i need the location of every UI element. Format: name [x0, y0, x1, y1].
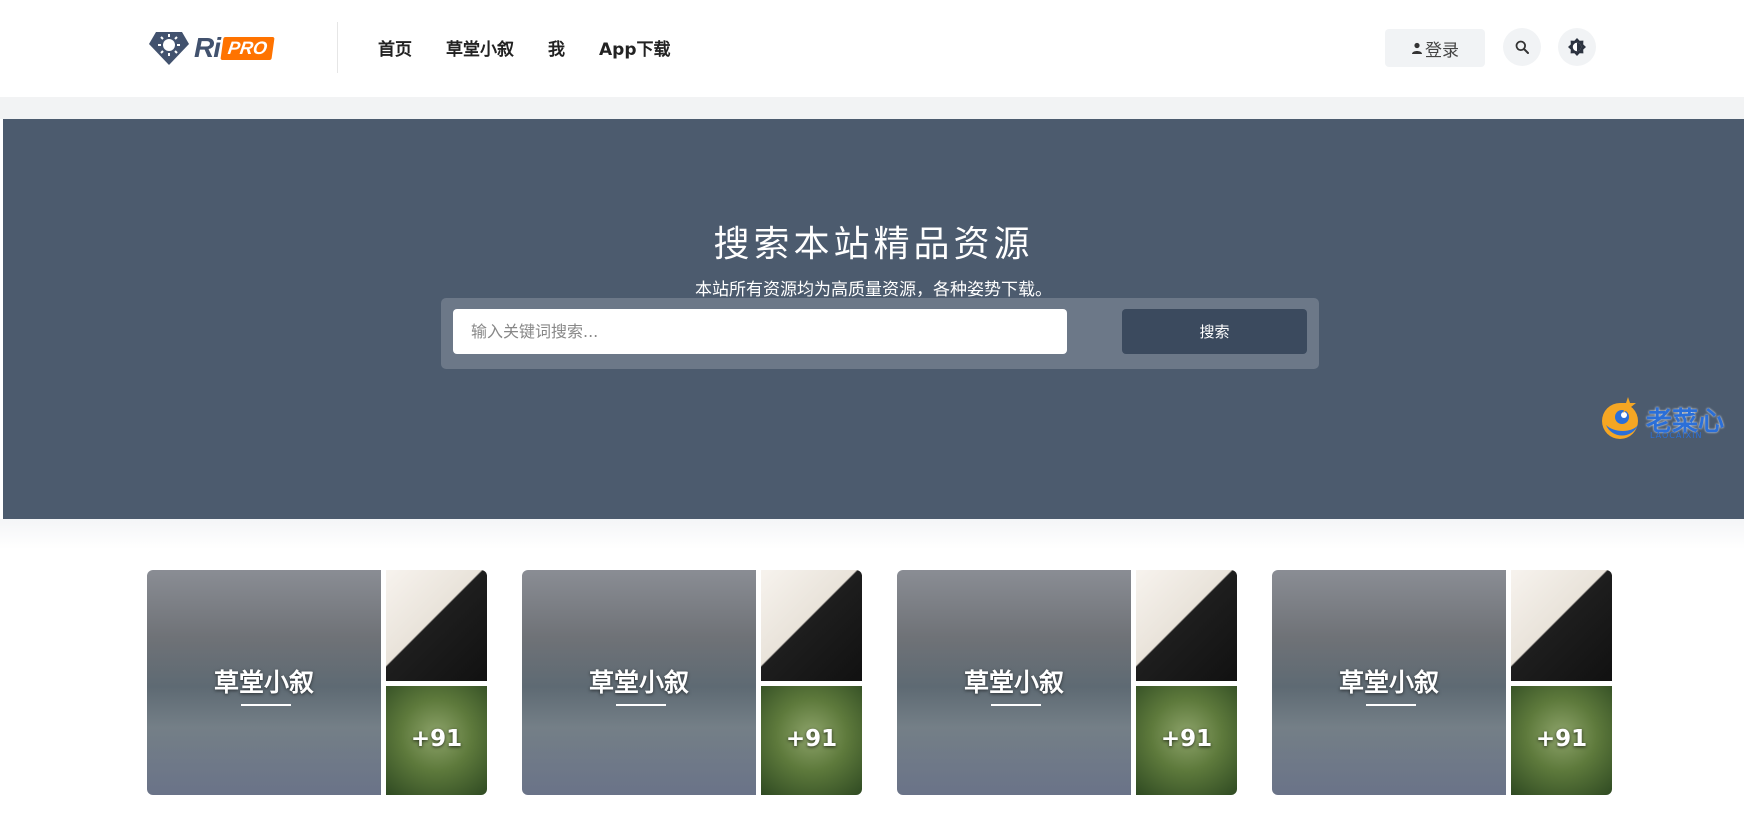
card-thumb-bottom: +91	[386, 686, 487, 795]
category-card[interactable]: 草堂小叙 +91	[897, 570, 1237, 795]
card-title: 草堂小叙	[213, 668, 314, 697]
card-main-image: 草堂小叙	[522, 570, 756, 795]
card-thumb-top	[1136, 570, 1237, 681]
category-card[interactable]: 草堂小叙 +91	[522, 570, 862, 795]
card-thumb-bottom: +91	[1511, 686, 1612, 795]
header-gap	[0, 97, 1744, 119]
card-count: +91	[1160, 726, 1213, 752]
card-main-image: 草堂小叙	[897, 570, 1131, 795]
login-button[interactable]: 登录	[1385, 29, 1485, 67]
search-submit-button[interactable]: 搜索	[1122, 309, 1307, 354]
watermark-logo: 老菜心 LAOCAIXIN	[1598, 393, 1724, 445]
card-title: 草堂小叙	[963, 668, 1064, 697]
card-thumb-top	[761, 570, 862, 681]
card-count: +91	[410, 726, 463, 752]
card-title-underline	[1366, 704, 1416, 706]
category-card[interactable]: 草堂小叙 +91	[1272, 570, 1612, 795]
site-header: Ri PRO 首页 草堂小叙 我 App下载 登录	[0, 0, 1744, 98]
card-count: +91	[785, 726, 838, 752]
logo-text-pro: PRO	[220, 36, 275, 60]
nav-item-app-download[interactable]: App下载	[599, 35, 671, 60]
user-icon	[1412, 42, 1422, 54]
watermark-subtext: LAOCAIXIN	[1650, 431, 1703, 440]
card-title-underline	[991, 704, 1041, 706]
nav-item-caotang[interactable]: 草堂小叙	[446, 35, 514, 60]
card-main-image: 草堂小叙	[147, 570, 381, 795]
card-title-underline	[241, 704, 291, 706]
logo-gem-icon	[149, 32, 189, 65]
card-title: 草堂小叙	[588, 668, 689, 697]
main-nav: 首页 草堂小叙 我 App下载	[378, 35, 705, 60]
card-thumb-bottom: +91	[761, 686, 862, 795]
nav-item-home[interactable]: 首页	[378, 35, 412, 60]
card-thumb-bottom: +91	[1136, 686, 1237, 795]
header-divider	[337, 22, 338, 73]
theme-toggle-icon	[1568, 38, 1586, 56]
category-card[interactable]: 草堂小叙 +91	[147, 570, 487, 795]
card-title-underline	[616, 704, 666, 706]
search-form: 搜索	[441, 298, 1319, 369]
card-count: +91	[1535, 726, 1588, 752]
theme-toggle-button[interactable]	[1558, 28, 1596, 66]
card-thumb-top	[1511, 570, 1612, 681]
search-button[interactable]	[1503, 28, 1541, 66]
card-main-image: 草堂小叙	[1272, 570, 1506, 795]
site-logo[interactable]: Ri PRO	[148, 30, 275, 66]
search-input[interactable]	[453, 309, 1067, 354]
watermark-emblem-icon	[1602, 397, 1638, 439]
logo-text-ri: Ri	[194, 32, 221, 63]
search-icon	[1515, 40, 1529, 54]
hero-subtitle: 本站所有资源均为高质量资源，各种姿势下载。	[695, 280, 1052, 300]
card-thumb-top	[386, 570, 487, 681]
nav-item-me[interactable]: 我	[548, 35, 565, 60]
hero-title: 搜索本站精品资源	[713, 224, 1034, 265]
card-title: 草堂小叙	[1338, 668, 1439, 697]
hero-search-section: 搜索本站精品资源 本站所有资源均为高质量资源，各种姿势下载。 搜索	[3, 119, 1744, 519]
login-label: 登录	[1425, 40, 1459, 61]
hero-bottom-fade	[0, 519, 1744, 549]
